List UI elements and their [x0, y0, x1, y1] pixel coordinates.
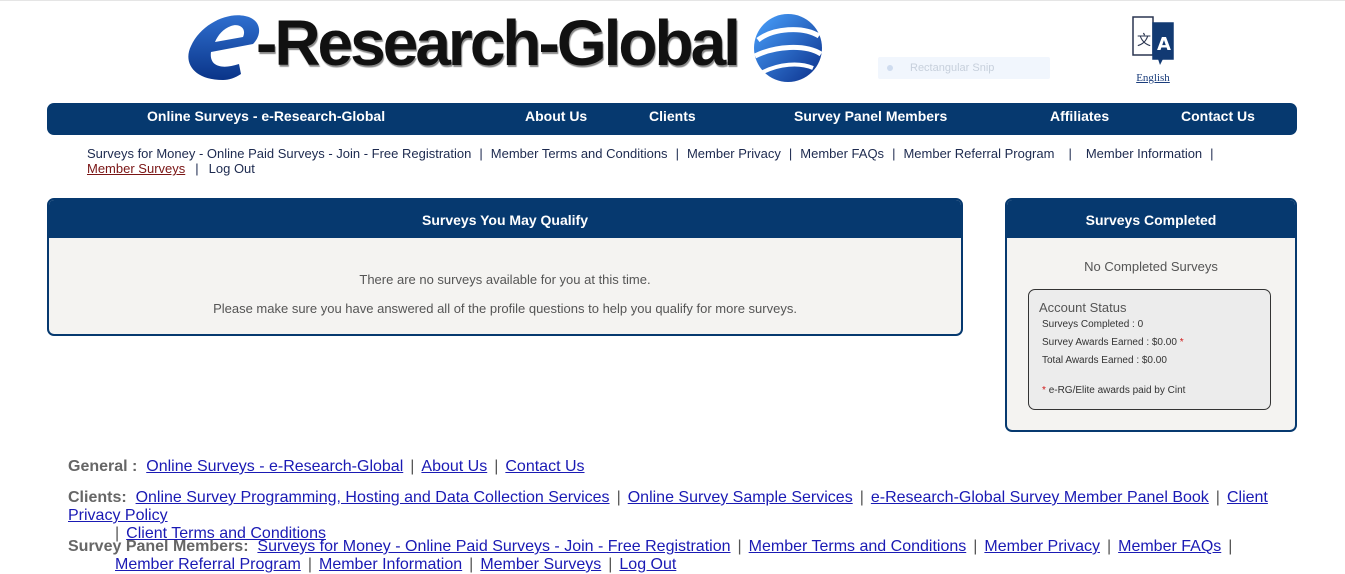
footer-clients-row: Clients: Online Survey Programming, Host… [68, 489, 1268, 542]
nav-survey-panel-members[interactable]: Survey Panel Members [794, 103, 947, 135]
nav-home[interactable]: Online Surveys - e-Research-Global [147, 103, 385, 135]
surveys-qualify-title: Surveys You May Qualify [49, 200, 961, 238]
svg-text:A: A [1157, 34, 1171, 55]
language-selector[interactable]: 文 A English [1128, 15, 1178, 84]
language-label[interactable]: English [1128, 72, 1178, 84]
no-completed-message: No Completed Surveys [1084, 259, 1218, 274]
footer-link-referral[interactable]: Member Referral Program [115, 556, 301, 573]
snip-dot-icon [887, 65, 893, 71]
sublink-member-surveys[interactable]: Member Surveys [87, 161, 185, 176]
sublink-log-out[interactable]: Log Out [209, 161, 255, 176]
status-note: e-RG/Elite awards paid by Cint [1048, 385, 1186, 396]
status-awards-earned: Survey Awards Earned : $0.00 [1042, 337, 1177, 348]
footer-general-label: General : [68, 458, 138, 475]
member-sublinks: Surveys for Money - Online Paid Surveys … [87, 146, 1214, 176]
footer-general-row: General : Online Surveys - e-Research-Gl… [68, 458, 585, 475]
note-asterisk: * [1042, 385, 1046, 396]
footer-link-member-terms[interactable]: Member Terms and Conditions [749, 538, 967, 555]
footer-link-member-surveys[interactable]: Member Surveys [480, 556, 601, 573]
footer-link-sample-services[interactable]: Online Survey Sample Services [628, 489, 853, 506]
account-status-title: Account Status [1039, 300, 1127, 315]
logo-wordmark: -Research-Global [256, 7, 741, 79]
footer-link-member-privacy[interactable]: Member Privacy [984, 538, 1100, 555]
nav-about[interactable]: About Us [525, 103, 587, 135]
status-awards-earned-row: Survey Awards Earned : $0.00 * [1042, 337, 1184, 348]
snip-label: Rectangular Snip [910, 62, 995, 74]
account-status-box: Account Status Surveys Completed : 0 Sur… [1028, 289, 1271, 410]
status-note-row: * e-RG/Elite awards paid by Cint [1042, 385, 1185, 396]
nav-affiliates[interactable]: Affiliates [1050, 103, 1109, 135]
header: -Research-Global Rectangular Snip 文 A En… [0, 0, 1345, 100]
footer-link-panel-book[interactable]: e-Research-Global Survey Member Panel Bo… [871, 489, 1209, 506]
profile-questions-message: Please make sure you have answered all o… [213, 301, 797, 316]
footer-panel-row: Survey Panel Members: Surveys for Money … [68, 538, 1233, 573]
sublink-member-terms[interactable]: Member Terms and Conditions [491, 146, 668, 161]
footer-clients-label: Clients: [68, 489, 127, 506]
awards-asterisk: * [1179, 337, 1184, 348]
status-total-awards: Total Awards Earned : $0.00 [1042, 355, 1167, 366]
sublink-member-faqs[interactable]: Member FAQs [800, 146, 884, 161]
footer-panel-label: Survey Panel Members: [68, 538, 249, 555]
main-nav: Online Surveys - e-Research-Global About… [47, 103, 1297, 135]
footer-link-member-faqs[interactable]: Member FAQs [1118, 538, 1221, 555]
translate-icon: 文 A [1132, 16, 1174, 65]
footer-link-surveys-money[interactable]: Surveys for Money - Online Paid Surveys … [257, 538, 730, 555]
footer-link-log-out[interactable]: Log Out [619, 556, 676, 573]
surveys-completed-title: Surveys Completed [1007, 200, 1295, 238]
footer-link-member-info[interactable]: Member Information [319, 556, 462, 573]
surveys-qualify-panel: Surveys You May Qualify There are no sur… [47, 198, 963, 336]
sublink-member-privacy[interactable]: Member Privacy [687, 146, 781, 161]
nav-contact[interactable]: Contact Us [1181, 103, 1255, 135]
footer-link-home[interactable]: Online Surveys - e-Research-Global [146, 458, 403, 475]
nav-clients[interactable]: Clients [649, 103, 696, 135]
footer-link-contact[interactable]: Contact Us [505, 458, 584, 475]
no-surveys-message: There are no surveys available for you a… [359, 272, 651, 287]
footer-link-programming[interactable]: Online Survey Programming, Hosting and D… [136, 489, 610, 506]
sublink-surveys-for-money[interactable]: Surveys for Money - Online Paid Surveys … [87, 146, 471, 161]
footer-link-about[interactable]: About Us [421, 458, 487, 475]
sublink-referral-program[interactable]: Member Referral Program [903, 146, 1054, 161]
rectangular-snip-overlay: Rectangular Snip [878, 57, 1050, 79]
svg-text:文: 文 [1137, 33, 1151, 49]
status-surveys-completed: Surveys Completed : 0 [1042, 319, 1144, 330]
sublink-member-information[interactable]: Member Information [1086, 146, 1202, 161]
surveys-completed-panel: Surveys Completed No Completed Surveys A… [1005, 198, 1297, 432]
